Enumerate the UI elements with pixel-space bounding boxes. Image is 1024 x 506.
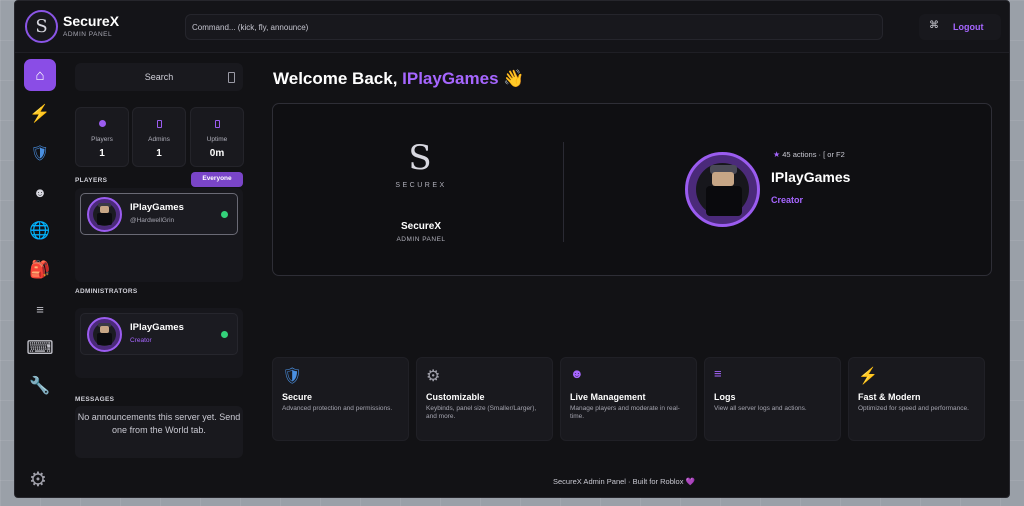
- stat-admins: Admins 1: [132, 107, 186, 167]
- actions-meta: ★ 45 actions · [ or F2: [773, 150, 845, 159]
- heart-icon: 💜: [685, 477, 695, 486]
- securex-logo-icon: S: [408, 138, 432, 178]
- list-icon: ≡: [714, 366, 722, 381]
- welcome-username: IPlayGames: [402, 69, 499, 88]
- messages-text: No announcements this server yet. Send o…: [75, 406, 243, 458]
- avatar: [87, 197, 122, 232]
- list-icon[interactable]: ≡: [24, 293, 56, 325]
- stat-label: Uptime: [206, 136, 228, 143]
- logo-wordmark: SECUREX: [395, 182, 447, 189]
- feature-card-fast-modern: ⚡ Fast & Modern Optimized for speed and …: [848, 357, 985, 441]
- star-icon: ★: [773, 150, 781, 159]
- admins-icon: [156, 120, 162, 128]
- stat-label: Admins: [148, 136, 170, 143]
- wrench-icon[interactable]: 🔧: [24, 370, 56, 402]
- players-list: IPlayGames @HardwellGrin: [75, 188, 243, 282]
- feature-desc: Manage players and moderate in real-time…: [570, 405, 680, 420]
- keyboard-icon[interactable]: ⌨: [24, 332, 56, 364]
- home-icon[interactable]: ⌂: [24, 59, 56, 91]
- settings-gear-icon[interactable]: ⚙: [29, 467, 47, 492]
- shield-icon: 🛡: [282, 368, 303, 385]
- gear-icon: ⚙: [426, 368, 441, 385]
- backpack-icon[interactable]: 🎒: [24, 254, 56, 286]
- feature-desc: Keybinds, panel size (Smaller/Larger), a…: [426, 405, 537, 420]
- brand-subtitle: ADMIN PANEL: [396, 236, 446, 243]
- feature-desc: Optimized for speed and performance.: [858, 405, 969, 412]
- footer: SecureX Admin Panel · Built for Roblox 💜: [553, 477, 695, 486]
- welcome-prefix: Welcome Back,: [273, 69, 403, 88]
- hero-role: Creator: [771, 195, 804, 205]
- administrators-list: IPlayGames Creator: [75, 308, 243, 378]
- stat-label: Players: [91, 136, 113, 143]
- player-handle: @HardwellGrin: [130, 217, 175, 224]
- face-icon[interactable]: ☻: [24, 176, 56, 208]
- player-name: IPlayGames: [130, 202, 184, 213]
- header: S SecureX ADMIN PANEL Command... (kick, …: [15, 1, 1009, 53]
- logout-button[interactable]: Logout: [953, 22, 984, 32]
- feature-card-secure: 🛡 Secure Advanced protection and permiss…: [272, 357, 409, 441]
- brand-name: SecureX: [400, 221, 442, 232]
- search-label: Search: [144, 72, 174, 82]
- face-icon: ☻: [570, 366, 584, 381]
- players-icon: [98, 120, 106, 127]
- meta-text: 45 actions · [ or F2: [782, 150, 845, 159]
- hero-card: S SECUREX SecureX ADMIN PANEL ★ 45 actio…: [272, 103, 992, 276]
- sidebar: ⌂ ⚡ 🛡 ☻ 🌐 🎒 ≡ ⌨ 🔧: [15, 53, 65, 497]
- lightning-icon: ⚡: [858, 368, 878, 385]
- command-input[interactable]: Command... (kick, fly, announce): [185, 14, 883, 40]
- list-item[interactable]: IPlayGames Creator: [80, 313, 238, 355]
- admin-role: Creator: [130, 337, 152, 344]
- feature-desc: View all server logs and actions.: [714, 405, 807, 412]
- search-icon: [228, 72, 235, 83]
- stat-value: 1: [156, 148, 162, 159]
- players-heading: PLAYERS: [75, 177, 108, 184]
- feature-title: Live Management: [570, 392, 646, 402]
- uptime-icon: [214, 120, 220, 128]
- header-actions: ⌘ Logout: [919, 14, 1001, 40]
- online-status-icon: [221, 331, 228, 338]
- admin-name: IPlayGames: [130, 322, 184, 333]
- stat-value: 0m: [209, 148, 225, 159]
- feature-title: Secure: [282, 392, 313, 402]
- footer-text: SecureX Admin Panel · Built for Roblox: [553, 477, 684, 486]
- stat-players: Players 1: [75, 107, 129, 167]
- feature-desc: Advanced protection and permissions.: [282, 405, 393, 412]
- stat-value: 1: [99, 148, 105, 159]
- feature-card-logs: ≡ Logs View all server logs and actions.: [704, 357, 841, 441]
- feature-title: Logs: [714, 392, 736, 402]
- feature-title: Customizable: [426, 392, 485, 402]
- stat-uptime: Uptime 0m: [190, 107, 244, 167]
- everyone-filter-button[interactable]: Everyone: [191, 172, 243, 187]
- admin-panel: S SecureX ADMIN PANEL Command... (kick, …: [14, 0, 1010, 498]
- wave-icon: 👋: [503, 69, 525, 88]
- avatar: [87, 317, 122, 352]
- feature-card-live-management: ☻ Live Management Manage players and mod…: [560, 357, 697, 441]
- messages-heading: MESSAGES: [75, 396, 115, 403]
- logo-icon: S: [25, 10, 58, 43]
- globe-icon[interactable]: 🌐: [24, 215, 56, 247]
- page-title: Welcome Back, IPlayGames 👋: [273, 69, 524, 89]
- feature-title: Fast & Modern: [858, 392, 921, 402]
- online-status-icon: [221, 211, 228, 218]
- avatar: [685, 152, 760, 227]
- list-item[interactable]: IPlayGames @HardwellGrin: [80, 193, 238, 235]
- command-icon[interactable]: ⌘: [929, 20, 939, 31]
- lightning-icon[interactable]: ⚡: [24, 98, 56, 130]
- shield-icon[interactable]: 🛡: [24, 137, 56, 169]
- feature-card-customizable: ⚙ Customizable Keybinds, panel size (Sma…: [416, 357, 553, 441]
- app-subtitle: ADMIN PANEL: [63, 31, 113, 38]
- hero-username: IPlayGames: [771, 169, 851, 185]
- app-name: SecureX: [63, 13, 120, 29]
- administrators-heading: ADMINISTRATORS: [75, 288, 138, 295]
- search-input[interactable]: Search: [75, 63, 243, 91]
- divider: [563, 142, 564, 242]
